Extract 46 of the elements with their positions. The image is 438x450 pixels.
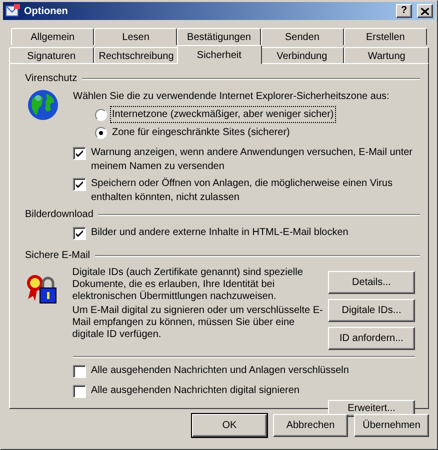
checkmark-icon: [75, 229, 84, 238]
help-button[interactable]: ?: [396, 4, 412, 18]
close-icon: [421, 8, 429, 14]
checkbox[interactable]: [73, 178, 86, 191]
globe-icon: [27, 89, 59, 121]
checkbox-label: Bilder und andere externe Inhalte in HTML-E-Mail blocken: [91, 226, 348, 240]
certificate-lock-icon: [25, 272, 59, 306]
dialog-button[interactable]: ID anfordern...: [328, 327, 415, 350]
dialog-button[interactable]: OK: [192, 414, 267, 437]
checkbox[interactable]: [73, 385, 86, 398]
radio-label: Internetzone (zweckmäßiger, aber weniger sicher): [111, 107, 335, 122]
group-heading: Virenschutz: [25, 72, 78, 86]
radio-label: Zone für eingeschränkte Sites (sicherer): [111, 126, 291, 140]
checkbox[interactable]: [73, 227, 86, 240]
checkbox-label: Warnung anzeigen, wenn andere Anwendungen versuchen, E-Mail unter meinem Namen zu versenden: [91, 146, 414, 174]
dialog-button[interactable]: Digitale IDs...: [328, 299, 415, 322]
radio-button[interactable]: [95, 126, 107, 138]
app-icon: [5, 4, 21, 18]
tab[interactable]: Lesen: [94, 28, 178, 45]
tab[interactable]: Wartung: [344, 47, 429, 64]
info-paragraph: Um E-Mail digital zu signieren oder um verschlüsselte E-Mail empfangen zu können, müssen Sie über eine digitale ID verfügen.: [72, 305, 324, 341]
tab[interactable]: Bestätigungen: [177, 28, 261, 45]
zone-prompt: Wählen Sie die zu verwendende Internet Explorer-Sicherheitszone aus:: [73, 90, 390, 104]
dialog-button[interactable]: Details...: [328, 271, 415, 294]
checkbox[interactable]: [73, 365, 86, 378]
group-heading: Sichere E-Mail: [25, 249, 90, 263]
tab[interactable]: Signaturen: [9, 47, 94, 64]
tab[interactable]: Verbindung: [260, 47, 344, 64]
checkbox-label: Alle ausgehenden Nachrichten und Anlagen verschlüsseln: [91, 364, 349, 378]
dialog-button[interactable]: Übernehmen: [354, 414, 429, 437]
tab[interactable]: Allgemein: [11, 28, 94, 45]
tab[interactable]: Rechtschreibung: [94, 47, 179, 64]
tab[interactable]: Senden: [260, 28, 344, 45]
group-heading: Bilderdownload: [25, 208, 94, 222]
checkmark-icon: [75, 180, 84, 189]
close-button[interactable]: [417, 4, 433, 18]
dialog-button[interactable]: Abbrechen: [273, 414, 348, 437]
radio-button[interactable]: [95, 108, 107, 120]
checkbox[interactable]: [73, 147, 86, 160]
tab[interactable]: Erstellen: [344, 28, 428, 45]
tab[interactable]: Sicherheit: [176, 45, 262, 64]
checkmark-icon: [75, 149, 84, 158]
window-title: Optionen: [24, 4, 69, 18]
checkbox-label: Speichern oder Öffnen von Anlagen, die möglicherweise einen Virus enthalten könnten, nicht zulassen: [91, 177, 394, 205]
info-paragraph: Digitale IDs (auch Zertifikate genannt) sind spezielle Dokumente, die es erlauben, Ihre Identität bei elektronischen Übermittlungen nachzuweisen.: [72, 267, 304, 303]
checkbox-label: Alle ausgehenden Nachrichten digital signieren: [91, 384, 300, 398]
